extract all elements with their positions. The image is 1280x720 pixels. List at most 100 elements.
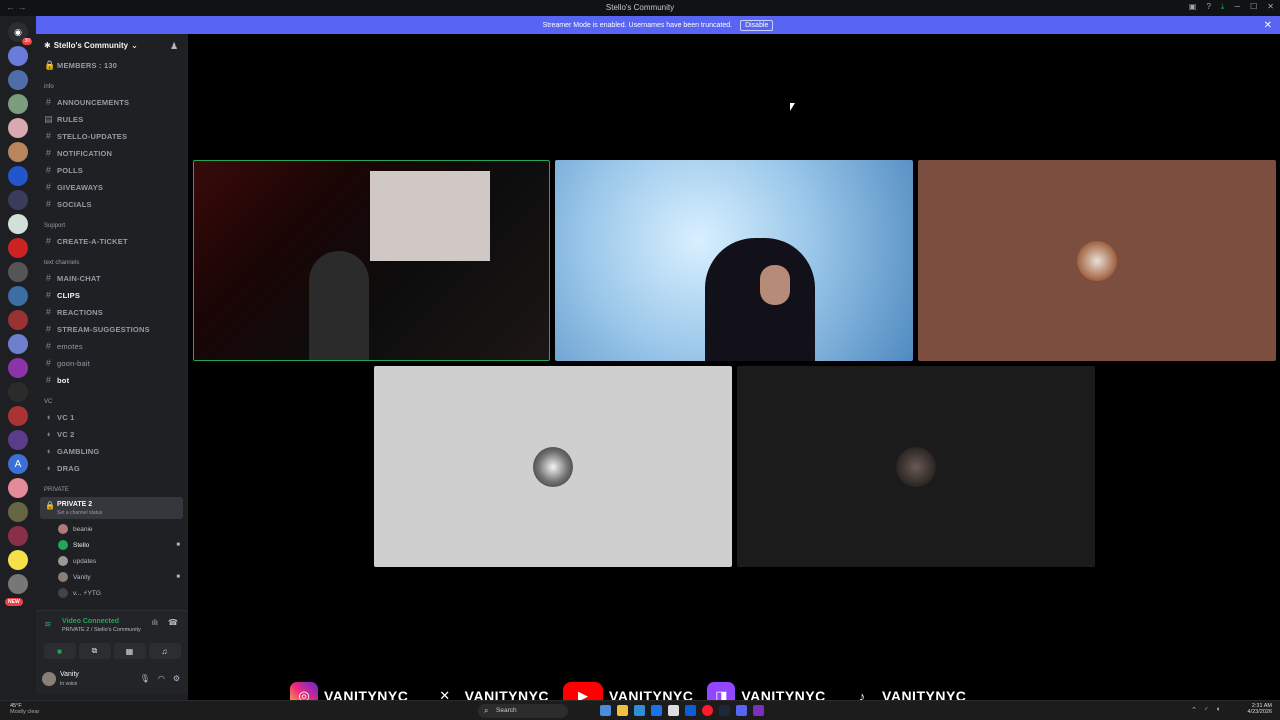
- server-icon[interactable]: [8, 382, 28, 402]
- server-icon[interactable]: [8, 238, 28, 258]
- voice-channel-gambling[interactable]: ◖ GAMBLING: [44, 446, 100, 456]
- chevron-up-icon[interactable]: ⌃: [1191, 706, 1197, 714]
- server-icon[interactable]: [8, 118, 28, 138]
- active-voice-channel[interactable]: 🔒 PRIVATE 2 Set a channel status: [40, 497, 183, 519]
- server-icon[interactable]: [8, 310, 28, 330]
- voice-user[interactable]: Stello ■: [58, 540, 180, 550]
- server-name-header[interactable]: ✱ Stello's Community ⌄: [44, 41, 138, 50]
- server-icon[interactable]: [8, 70, 28, 90]
- category-vc[interactable]: VC: [44, 399, 52, 405]
- soundboard-button[interactable]: ♫: [148, 643, 181, 659]
- channel-goon-bait[interactable]: # goon-bait: [44, 358, 90, 368]
- server-icon[interactable]: [8, 526, 28, 546]
- avatar-tile[interactable]: [737, 366, 1095, 567]
- app-icon[interactable]: [685, 705, 696, 716]
- minimize-button[interactable]: ─: [1234, 2, 1240, 12]
- voice-channel-vc2[interactable]: ◖ VC 2: [44, 429, 75, 439]
- voice-channel-drag[interactable]: ◖ DRAG: [44, 463, 80, 473]
- headphones-icon[interactable]: ◠: [158, 674, 165, 683]
- channel-giveaways[interactable]: # GIVEAWAYS: [44, 182, 103, 192]
- category-info[interactable]: info: [44, 84, 54, 90]
- maximize-button[interactable]: ☐: [1250, 2, 1257, 12]
- close-button[interactable]: ✕: [1267, 2, 1274, 12]
- server-icon[interactable]: [8, 262, 28, 282]
- voice-channel-vc1[interactable]: ◖ VC 1: [44, 412, 75, 422]
- category-private[interactable]: PRIVATE: [44, 487, 69, 493]
- channel-main-chat[interactable]: # MAIN-CHAT: [44, 273, 101, 283]
- inbox-icon[interactable]: ▣: [1189, 2, 1197, 12]
- avatar-tile[interactable]: [374, 366, 732, 567]
- server-icon[interactable]: [8, 142, 28, 162]
- category-text-channels[interactable]: text channels: [44, 260, 79, 266]
- server-icon[interactable]: [8, 214, 28, 234]
- server-icon[interactable]: [8, 94, 28, 114]
- edge-icon[interactable]: [634, 705, 645, 716]
- taskbar-search[interactable]: ⌕ Search: [478, 704, 568, 718]
- banner-close-icon[interactable]: ✕: [1264, 20, 1272, 31]
- server-icon[interactable]: [8, 358, 28, 378]
- server-icon[interactable]: A: [8, 454, 28, 474]
- voice-user[interactable]: v... ⚡YTG: [58, 588, 180, 598]
- app-icon[interactable]: [668, 705, 679, 716]
- channel-socials[interactable]: # SOCIALS: [44, 199, 92, 209]
- channel-notification[interactable]: # NOTIFICATION: [44, 148, 112, 158]
- channel-create-a-ticket[interactable]: # CREATE-A-TICKET: [44, 236, 128, 246]
- weather-widget[interactable]: 45°F Mostly clear: [10, 703, 39, 715]
- connection-location[interactable]: PRIVATE 2 / Stello's Community: [62, 627, 141, 633]
- voice-user[interactable]: Vanity ■: [58, 572, 180, 582]
- channel-stello-updates[interactable]: # STELLO-UPDATES: [44, 131, 127, 141]
- video-tile[interactable]: [193, 160, 550, 361]
- channel-stream-suggestions[interactable]: # STREAM-SUGGESTIONS: [44, 324, 150, 334]
- invite-icon[interactable]: ♟: [170, 41, 178, 52]
- server-icon[interactable]: [8, 550, 28, 570]
- discord-icon[interactable]: [736, 705, 747, 716]
- category-support[interactable]: Support: [44, 223, 65, 229]
- channel-clips[interactable]: # CLIPS: [44, 290, 80, 300]
- channel-status[interactable]: Set a channel status: [57, 510, 102, 516]
- settings-gear-icon[interactable]: ⚙: [173, 674, 180, 683]
- system-clock[interactable]: 2:31 AM 4/23/2026: [1248, 703, 1272, 715]
- avatar-tile[interactable]: [918, 160, 1276, 361]
- activities-button[interactable]: ▦: [113, 643, 146, 659]
- channel-polls[interactable]: # POLLS: [44, 165, 83, 175]
- disconnect-icon[interactable]: ☎: [168, 618, 178, 627]
- voice-user[interactable]: updates: [58, 556, 180, 566]
- server-icon[interactable]: [8, 46, 28, 66]
- screen-share-button[interactable]: ⧉: [78, 643, 111, 659]
- channel-announcements[interactable]: # ANNOUNCEMENTS: [44, 97, 129, 107]
- help-icon[interactable]: ?: [1206, 2, 1210, 12]
- wifi-icon[interactable]: ◜: [1205, 706, 1208, 714]
- disable-streamer-mode-button[interactable]: Disable: [740, 19, 774, 31]
- app-icon[interactable]: [600, 705, 611, 716]
- home-icon[interactable]: ◉ 30: [8, 22, 32, 45]
- voice-user[interactable]: beanie: [58, 524, 180, 534]
- server-icon[interactable]: [8, 502, 28, 522]
- channel-rules[interactable]: ▤ RULES: [44, 114, 83, 125]
- server-icon[interactable]: [8, 478, 28, 498]
- microphone-icon[interactable]: 🎙: [140, 674, 150, 683]
- noise-suppression-icon[interactable]: ılı: [152, 618, 158, 627]
- server-icon[interactable]: [8, 286, 28, 306]
- server-icon[interactable]: [8, 334, 28, 354]
- server-icon[interactable]: [8, 166, 28, 186]
- channel-emotes[interactable]: # emotes: [44, 341, 83, 351]
- members-channel[interactable]: 🔒 MEMBERS : 130: [44, 60, 117, 71]
- new-badge[interactable]: NEW: [5, 598, 23, 606]
- username[interactable]: Vanity: [60, 671, 79, 678]
- channel-reactions[interactable]: # REACTIONS: [44, 307, 103, 317]
- download-icon[interactable]: ⤓: [1221, 2, 1225, 12]
- server-icon[interactable]: [8, 406, 28, 426]
- video-tile[interactable]: [555, 160, 913, 361]
- camera-button[interactable]: ■: [43, 643, 76, 659]
- steam-icon[interactable]: [719, 705, 730, 716]
- avatar[interactable]: [42, 672, 56, 686]
- volume-icon[interactable]: ◖: [1216, 706, 1220, 714]
- app-icon[interactable]: [753, 705, 764, 716]
- opera-icon[interactable]: [702, 705, 713, 716]
- signal-icon[interactable]: ≋: [44, 619, 52, 630]
- server-icon[interactable]: [8, 574, 28, 594]
- app-icon[interactable]: [651, 705, 662, 716]
- server-icon[interactable]: [8, 430, 28, 450]
- channel-bot[interactable]: # bot: [44, 375, 69, 385]
- folder-icon[interactable]: [617, 705, 628, 716]
